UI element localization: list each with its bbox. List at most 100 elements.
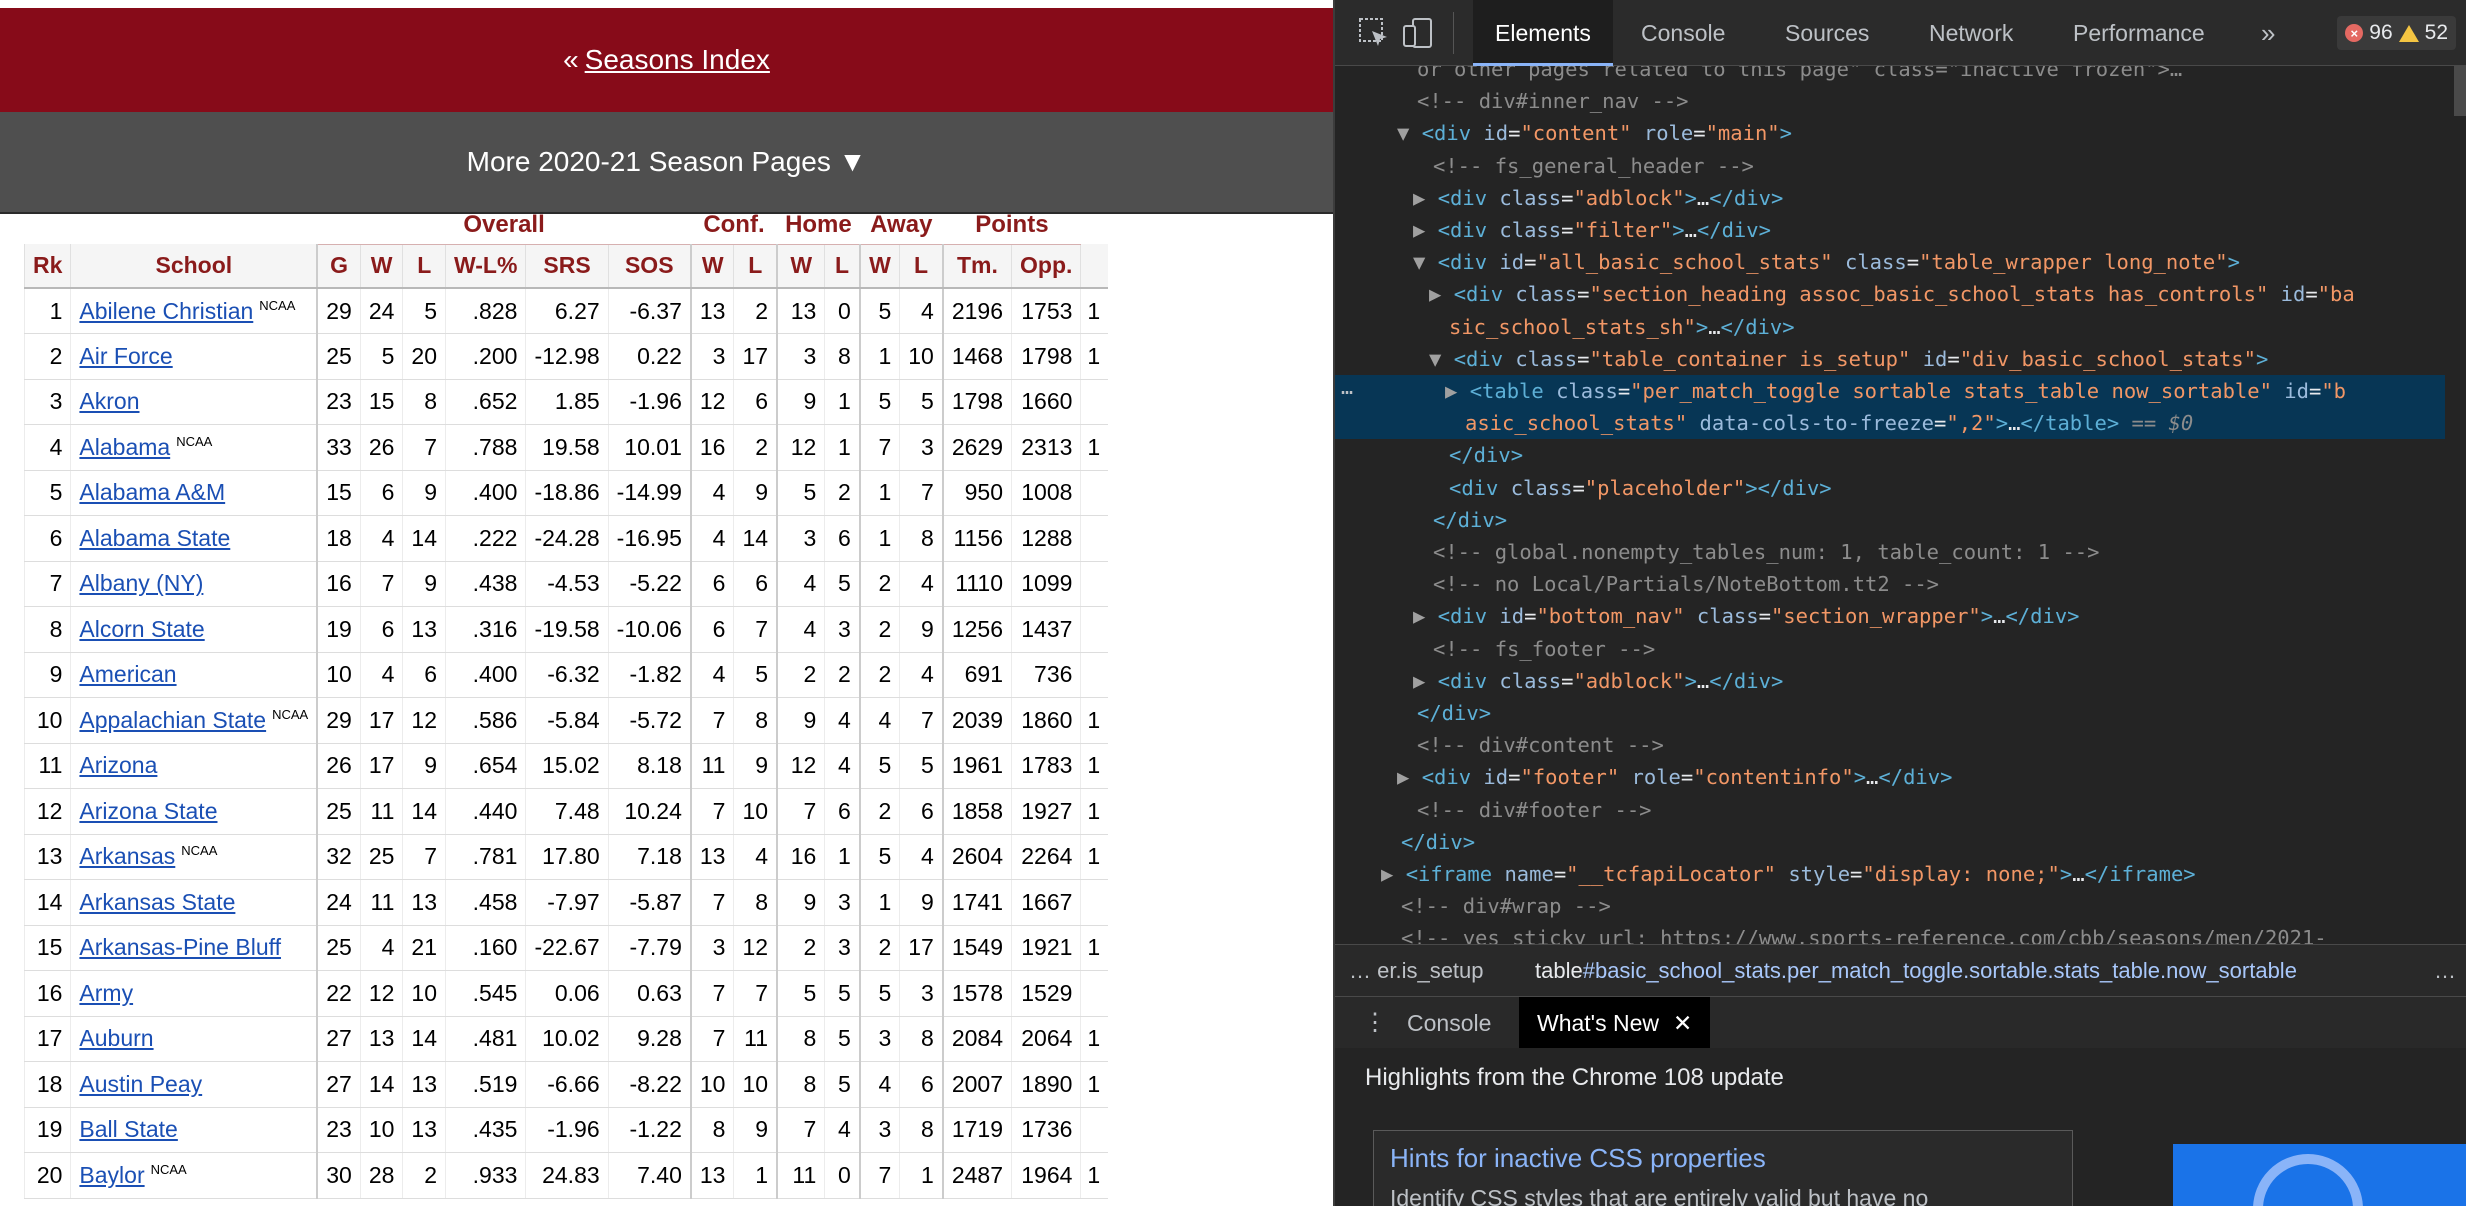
breadcrumb-item-selected[interactable]: table#basic_school_stats.per_match_toggl… [1535, 945, 2297, 996]
dom-node[interactable]: </div> [1335, 504, 2445, 536]
dom-node[interactable]: <!-- div#footer --> [1335, 794, 2445, 826]
column-header[interactable]: Tm. [941, 244, 1012, 289]
more-season-pages-dropdown[interactable]: More 2020-21 Season Pages ▼ [0, 112, 1333, 214]
dom-node-selected[interactable]: asic_school_stats" data-cols-to-freeze="… [1335, 407, 2445, 440]
expand-toggle-icon[interactable]: ▶ [1413, 218, 1425, 242]
dom-node[interactable]: <!-- global.nonempty_tables_num: 1, tabl… [1335, 536, 2445, 568]
expand-toggle-icon[interactable]: ▼ [1429, 347, 1441, 371]
dom-node[interactable]: ▼ <div id="all_basic_school_stats" class… [1335, 246, 2445, 278]
drawer-tab-whats-new[interactable]: What's New ✕ [1519, 997, 1711, 1049]
dom-node[interactable]: <!-- div#content --> [1335, 729, 2445, 761]
dom-node[interactable]: <div class="placeholder"></div> [1335, 472, 2445, 504]
expand-toggle-icon[interactable]: ▶ [1413, 604, 1425, 628]
more-tabs-chevron-icon[interactable]: » [2239, 0, 2297, 66]
dom-node[interactable]: </div> [1335, 697, 2445, 729]
expand-toggle-icon[interactable]: ▶ [1413, 669, 1425, 693]
school-link[interactable]: Abilene Christian [79, 298, 253, 324]
dom-node[interactable]: ▶ <div class="section_heading assoc_basi… [1335, 278, 2445, 310]
column-header[interactable]: L [402, 244, 446, 289]
school-link[interactable]: Akron [79, 388, 139, 414]
dom-node[interactable]: ▶ <iframe name="__tcfapiLocator" style="… [1335, 858, 2445, 890]
stat-cell [1080, 879, 1109, 926]
dom-node[interactable]: ▶ <div class="filter">…</div> [1335, 214, 2445, 246]
stat-cell: 30 [316, 1152, 361, 1199]
selected-node-menu-icon[interactable]: … [1341, 375, 1353, 399]
column-header[interactable]: W [689, 244, 734, 289]
dom-node[interactable]: ▶ <div class="adblock">…</div> [1335, 665, 2445, 697]
school-link[interactable]: Albany (NY) [79, 570, 203, 596]
drawer-tab-console[interactable]: Console [1389, 997, 1509, 1049]
column-header[interactable]: W-L% [445, 244, 526, 289]
column-header[interactable]: G [316, 244, 361, 289]
whats-new-card[interactable]: Hints for inactive CSS properties Identi… [1373, 1130, 2073, 1206]
school-link[interactable]: Baylor [79, 1162, 144, 1188]
tab-console[interactable]: Console [1619, 0, 1747, 66]
dom-node[interactable]: or other pages related to this page" cla… [1335, 66, 2445, 85]
dom-node[interactable]: </div> [1335, 826, 2445, 858]
expand-toggle-icon[interactable]: ▼ [1397, 121, 1409, 145]
dom-node-selected[interactable]: ▶ <table class="per_match_toggle sortabl… [1335, 375, 2445, 407]
dom-node[interactable]: <!-- no Local/Partials/NoteBottom.tt2 --… [1335, 568, 2445, 600]
tab-sources[interactable]: Sources [1763, 0, 1891, 66]
school-link[interactable]: Alabama State [79, 525, 230, 551]
column-header[interactable]: L [899, 244, 943, 289]
breadcrumb-item-left[interactable]: … er.is_setup [1349, 945, 1484, 996]
column-header[interactable]: W [359, 244, 403, 289]
school-link[interactable]: Ball State [79, 1116, 177, 1142]
tab-network[interactable]: Network [1907, 0, 2035, 66]
school-link[interactable]: Arizona [79, 752, 157, 778]
table-row: 11 Arizona 26 17 9.654 15.02 8.18 11 9 12 4 5 5 1961 1… [23, 743, 1109, 789]
school-link[interactable]: Alcorn State [79, 616, 204, 642]
column-header[interactable]: W [776, 244, 825, 289]
expand-toggle-icon[interactable]: ▶ [1397, 765, 1409, 789]
expand-toggle-icon[interactable]: ▶ [1413, 186, 1425, 210]
school-link[interactable]: Alabama [79, 434, 170, 460]
column-header[interactable]: School [70, 244, 318, 289]
school-link[interactable]: Austin Peay [79, 1071, 202, 1097]
dom-node[interactable]: ▼ <div id="content" role="main"> [1335, 117, 2445, 149]
dom-node[interactable]: <!-- fs_general_header --> [1335, 150, 2445, 182]
seasons-index-link[interactable]: Seasons Index [585, 44, 770, 76]
dom-node[interactable]: sic_school_stats_sh">…</div> [1335, 311, 2445, 343]
school-link[interactable]: American [79, 661, 176, 687]
dom-node[interactable]: <!-- div#inner_nav --> [1335, 85, 2445, 117]
tab-elements[interactable]: Elements [1473, 0, 1613, 66]
school-link[interactable]: Arkansas [79, 843, 175, 869]
column-header[interactable]: W [858, 244, 900, 289]
column-header[interactable]: L [733, 244, 778, 289]
school-link[interactable]: Army [79, 980, 133, 1006]
column-header[interactable]: SRS [525, 244, 609, 289]
dom-node[interactable]: ▼ <div class="table_container is_setup" … [1335, 343, 2445, 375]
school-link[interactable]: Arkansas State [79, 889, 235, 915]
breadcrumb-more-icon[interactable]: … [2434, 945, 2456, 996]
dom-node[interactable]: <!-- fs_footer --> [1335, 633, 2445, 665]
expand-toggle-icon[interactable]: ▼ [1413, 250, 1425, 274]
dom-node[interactable]: <!-- yes sticky url: https://www.sports-… [1335, 922, 2445, 944]
school-link[interactable]: Arkansas-Pine Bluff [79, 934, 281, 960]
expand-toggle-icon[interactable]: ▶ [1445, 379, 1457, 403]
dom-node[interactable]: </div> [1335, 439, 2445, 471]
school-link[interactable]: Auburn [79, 1025, 153, 1051]
dom-node[interactable]: ▶ <div id="footer" role="contentinfo">…<… [1335, 761, 2445, 793]
column-header[interactable]: Rk [23, 244, 71, 289]
dom-node[interactable]: ▶ <div id="bottom_nav" class="section_wr… [1335, 600, 2445, 632]
close-icon[interactable]: ✕ [1673, 1010, 1692, 1036]
device-toolbar-icon[interactable] [1401, 16, 1435, 50]
dom-node[interactable]: ▶ <div class="adblock">…</div> [1335, 182, 2445, 214]
expand-toggle-icon[interactable]: ▶ [1381, 862, 1393, 886]
column-header[interactable]: SOS [607, 244, 691, 289]
dom-node[interactable]: <!-- div#wrap --> [1335, 890, 2445, 922]
card-title[interactable]: Hints for inactive CSS properties [1390, 1143, 1766, 1174]
tab-performance[interactable]: Performance [2051, 0, 2227, 66]
column-header[interactable]: L [824, 244, 860, 289]
dom-tree-scrollbar[interactable] [2454, 66, 2466, 116]
column-header[interactable]: Opp. [1011, 244, 1081, 289]
school-link[interactable]: Air Force [79, 343, 172, 369]
school-link[interactable]: Appalachian State [79, 707, 266, 733]
expand-toggle-icon[interactable]: ▶ [1429, 282, 1441, 306]
school-link[interactable]: Arizona State [79, 798, 217, 824]
drawer-menu-icon[interactable]: ⋮ [1363, 1009, 1387, 1037]
inspect-element-icon[interactable] [1357, 16, 1391, 50]
issues-counter[interactable]: × 96 52 [2337, 16, 2456, 50]
school-link[interactable]: Alabama A&M [79, 479, 225, 505]
